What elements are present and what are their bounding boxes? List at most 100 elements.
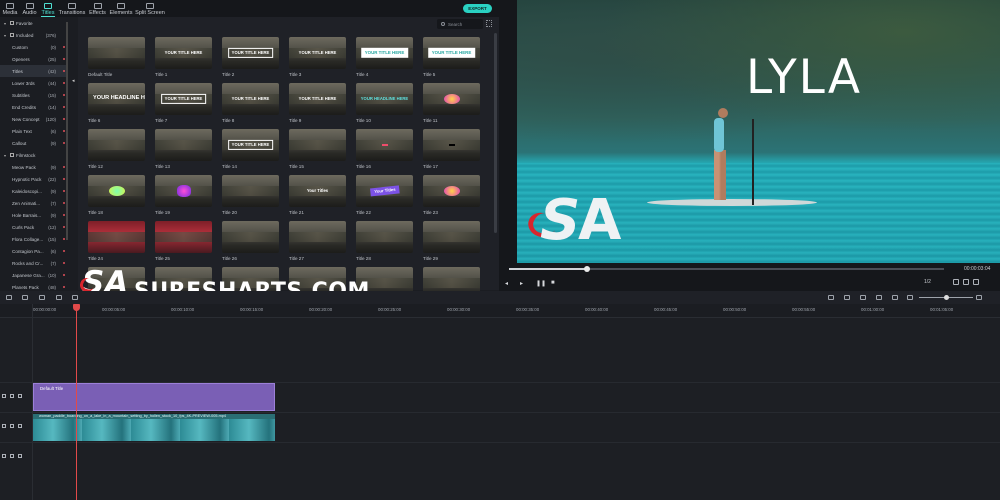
title-thumbnail[interactable]: YOUR TITLE HERE Title 9 — [289, 83, 346, 126]
sidebar-scrollbar[interactable] — [66, 22, 68, 240]
eye-icon[interactable] — [10, 394, 14, 398]
preview-scrubber[interactable] — [509, 266, 944, 272]
sidebar-item-hypnotic-pack[interactable]: Hypnotic Pack (22) — [0, 173, 68, 185]
shield-icon[interactable] — [844, 295, 850, 300]
title-thumbnail[interactable]: YOUR TITLE HERE Title 7 — [155, 83, 212, 126]
title-thumbnail[interactable]: Title 27 — [289, 221, 346, 264]
title-thumbnail[interactable]: YOUR TITLE HERE Title 3 — [289, 37, 346, 80]
sidebar-item-flora-collage[interactable]: Flora Collage... (15) — [0, 233, 68, 245]
title-thumbnail[interactable]: Title 19 — [155, 175, 212, 218]
grid-view-icon[interactable] — [486, 20, 492, 27]
volume-icon[interactable] — [963, 279, 969, 285]
title-thumbnail[interactable]: YOUR TITLE HERE Title 8 — [222, 83, 279, 126]
tab-elements[interactable]: Elements — [108, 0, 134, 17]
render-icon[interactable] — [828, 295, 834, 300]
title-thumbnail[interactable]: Title 28 — [356, 221, 413, 264]
search-input[interactable]: Search — [437, 19, 483, 29]
title-thumbnail[interactable]: Title 16 — [356, 129, 413, 172]
lock-icon[interactable] — [18, 424, 22, 428]
sidebar-item-new-concept[interactable]: New Concept (120) — [0, 113, 68, 125]
title-thumbnail[interactable]: Title 20 — [222, 175, 279, 218]
eye-icon[interactable] — [10, 424, 14, 428]
title-thumbnail[interactable]: Title 17 — [423, 129, 480, 172]
sidebar-item-contagion-pa[interactable]: Contagion Pa... (6) — [0, 245, 68, 257]
expand-caret-icon[interactable]: ▾ — [4, 153, 8, 158]
cut-icon[interactable] — [56, 295, 62, 300]
sidebar-item-end-credits[interactable]: End Credits (14) — [0, 101, 68, 113]
title-thumbnail[interactable]: Title 24 — [88, 221, 145, 264]
title-thumbnail[interactable]: Title 25 — [155, 221, 212, 264]
undo-icon[interactable] — [6, 295, 12, 300]
tab-split-screen[interactable]: Split Screen — [134, 0, 166, 17]
stop-icon[interactable]: ■ — [551, 280, 555, 286]
expand-caret-icon[interactable]: ▾ — [4, 33, 8, 38]
sidebar-item-kaleidoscopi[interactable]: Kaleidoscopi... (9) — [0, 185, 68, 197]
title-thumbnail[interactable]: YOUR HEADLINE HERE Title 10 — [356, 83, 413, 126]
sidebar-item-titles[interactable]: Titles (42) — [0, 65, 68, 77]
clock-icon[interactable] — [72, 295, 78, 300]
sidebar-item-custom[interactable]: Custom (0) — [0, 41, 68, 53]
sidebar-item-rocks-and-cr[interactable]: Rocks and Cr... (7) — [0, 257, 68, 269]
title-thumbnail[interactable]: Title 13 — [155, 129, 212, 172]
title-thumbnail[interactable]: Title 18 — [88, 175, 145, 218]
sidebar-item-included[interactable]: ▾ Included (376) — [0, 29, 68, 41]
zoom-in-icon[interactable] — [976, 295, 982, 300]
sidebar-item-zen-animati[interactable]: Zen Animati... (7) — [0, 197, 68, 209]
voiceover-icon[interactable] — [876, 295, 882, 300]
delete-icon[interactable] — [39, 295, 45, 300]
tab-titles[interactable]: Titles — [39, 0, 57, 17]
sidebar-item-openers[interactable]: Openers (25) — [0, 53, 68, 65]
title-thumbnail[interactable]: Default Title — [88, 37, 145, 80]
tab-effects[interactable]: Effects — [87, 0, 108, 17]
sidebar-item-japanese-gra[interactable]: Japanese Gra... (10) — [0, 269, 68, 281]
zoom-out-icon[interactable] — [907, 295, 913, 300]
sidebar-item-curls-pack[interactable]: Curls Pack (12) — [0, 221, 68, 233]
tab-transitions[interactable]: Transitions — [57, 0, 87, 17]
expand-caret-icon[interactable]: ▾ — [4, 21, 8, 26]
preview-quality-select[interactable]: 1/2 — [924, 279, 931, 285]
title-thumbnail[interactable]: YOUR HEADLINE HERE Title 6 — [88, 83, 145, 126]
title-thumbnail[interactable]: Title 29 — [423, 221, 480, 264]
prev-frame-icon[interactable]: ◂ — [505, 280, 508, 287]
playhead[interactable] — [76, 304, 77, 500]
playhead-handle[interactable] — [73, 304, 80, 311]
lock-icon[interactable] — [18, 394, 22, 398]
sidebar-item-lower-3rds[interactable]: Lower 3rds (44) — [0, 77, 68, 89]
title-clip[interactable]: Default Title — [33, 383, 275, 411]
title-thumbnail[interactable]: Title 23 — [423, 175, 480, 218]
library-scrollbar[interactable] — [494, 33, 497, 233]
fullscreen-icon[interactable] — [973, 279, 979, 285]
sidebar-item-plain-text[interactable]: Plain Text (6) — [0, 125, 68, 137]
pause-icon[interactable]: ❚❚ — [536, 280, 546, 287]
title-thumbnail[interactable]: Title 26 — [222, 221, 279, 264]
title-thumbnail[interactable]: YOUR TITLE HERE Title 14 — [222, 129, 279, 172]
title-thumbnail[interactable]: YOUR TITLE HERE Title 5 — [423, 37, 480, 80]
title-thumbnail[interactable]: Title 12 — [88, 129, 145, 172]
lock-icon[interactable] — [18, 454, 22, 458]
collapse-sidebar-arrow-icon[interactable]: ◂ — [72, 78, 75, 84]
sidebar-item-meow-pack[interactable]: Meow Pack (9) — [0, 161, 68, 173]
redo-icon[interactable] — [22, 295, 28, 300]
zoom-slider-knob[interactable] — [944, 295, 949, 300]
sidebar-item-callout[interactable]: Callout (9) — [0, 137, 68, 149]
eye-icon[interactable] — [10, 454, 14, 458]
title-thumbnail[interactable]: Your Titles Title 22 — [356, 175, 413, 218]
title-thumbnail[interactable]: Title 15 — [289, 129, 346, 172]
video-clip[interactable]: woman_paddle_boarding_on_a_lake_in_a_mou… — [33, 414, 275, 441]
tab-audio[interactable]: Audio — [20, 0, 39, 17]
preview-title-overlay[interactable]: LYLA — [746, 50, 862, 105]
timeline-ruler[interactable]: 00:00:00:00 00:00:05:00 00:00:10:00 00:00:1… — [0, 304, 1000, 318]
play-icon[interactable]: ▸ — [520, 280, 523, 287]
sidebar-item-hole-barrais[interactable]: Hole Barrais... (9) — [0, 209, 68, 221]
sidebar-item-subtitles[interactable]: Subtitles (15) — [0, 89, 68, 101]
sidebar-item-filmstock[interactable]: ▾ Filmstock — [0, 149, 68, 161]
tab-media[interactable]: Media — [0, 0, 20, 17]
export-button[interactable]: EXPORT — [463, 4, 492, 13]
mic-icon[interactable] — [860, 295, 866, 300]
sidebar-item-favorite[interactable]: ▾ Favorite — [0, 17, 68, 29]
title-thumbnail[interactable]: YOUR TITLE HERE Title 2 — [222, 37, 279, 80]
title-thumbnail[interactable]: YOUR TITLE HERE Title 1 — [155, 37, 212, 80]
title-thumbnail[interactable]: Your Titles Title 21 — [289, 175, 346, 218]
split-icon[interactable] — [892, 295, 898, 300]
title-thumbnail[interactable]: YOUR TITLE HERE Title 4 — [356, 37, 413, 80]
